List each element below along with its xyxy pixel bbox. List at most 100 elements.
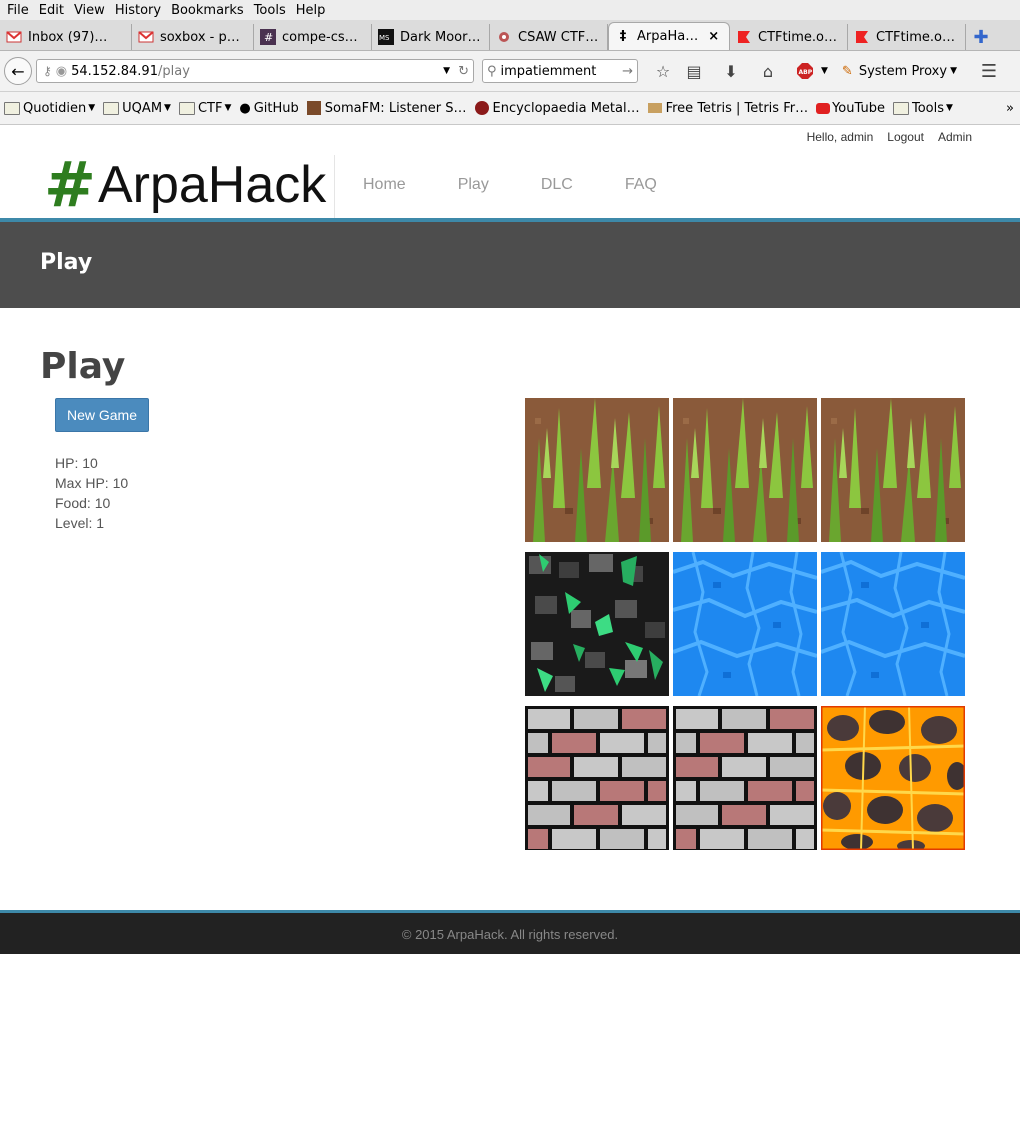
url-host: 54.152.84.91 [71, 63, 158, 79]
caret-icon: ▼ [88, 103, 96, 113]
hamburger-menu-icon[interactable]: ☰ [977, 59, 1001, 83]
tab-arpahack[interactable]: ‡ ArpaHa… × [608, 22, 730, 50]
folder-icon [178, 101, 195, 115]
caret-icon: ▼ [164, 103, 171, 113]
footer-copyright: © 2015 ArpaHack. All rights reserved. [401, 927, 619, 942]
tab-bar: Inbox (97)… soxbox - p… # compe-cs… MS D… [0, 20, 1020, 51]
tetris-icon [647, 103, 662, 113]
search-input[interactable]: impatiemment [501, 64, 623, 79]
search-go-icon[interactable]: → [622, 64, 633, 79]
bookmark-metal-archives[interactable]: Encyclopaedia Metal… [474, 101, 640, 116]
new-game-button[interactable]: New Game [55, 398, 149, 432]
ctftime-icon [854, 29, 870, 45]
github-icon: ● [239, 100, 251, 116]
caret-icon: ▼ [946, 103, 953, 113]
menu-tools[interactable]: Tools [249, 3, 291, 18]
menu-history[interactable]: History [110, 3, 166, 18]
site-icon [496, 29, 512, 45]
tab-soxbox[interactable]: soxbox - p… [132, 24, 254, 50]
menu-help[interactable]: Help [291, 3, 331, 18]
bookmark-folder-ctf[interactable]: CTF ▼ [178, 101, 232, 116]
page-banner [0, 222, 1020, 308]
logout-link[interactable]: Logout [887, 130, 924, 144]
bookmark-folder-quotidien[interactable]: Quotidien ▼ [4, 101, 95, 116]
adblock-dropdown-icon[interactable]: ▼ [821, 66, 828, 76]
stat-food: Food: 10 [55, 495, 111, 511]
caret-icon: ▼ [224, 103, 232, 113]
bookmark-folder-tools[interactable]: Tools ▼ [892, 101, 953, 116]
svg-text:MS: MS [379, 34, 390, 42]
tile-grass [673, 398, 817, 542]
nav-dlc[interactable]: DLC [541, 176, 573, 194]
bookmark-folder-uqam[interactable]: UQAM ▼ [103, 101, 171, 116]
dropdown-arrow-icon[interactable]: ▼ [443, 66, 450, 76]
bookmark-github[interactable]: ● GitHub [239, 101, 298, 116]
back-button[interactable]: ← [4, 57, 32, 85]
reading-list-icon[interactable]: ▤ [682, 59, 706, 83]
hash-icon: # [260, 29, 276, 45]
bookmark-youtube[interactable]: YouTube [816, 101, 885, 116]
tab-inbox[interactable]: Inbox (97)… [0, 24, 132, 50]
url-bar[interactable]: ⚷ ◉ 54.152.84.91/play ▼ ↻ [36, 59, 474, 83]
home-icon[interactable]: ⌂ [756, 59, 780, 83]
tile-water [821, 552, 965, 696]
logo-text: ArpaHack [97, 156, 327, 214]
new-tab-button[interactable]: ✚ [966, 24, 996, 50]
header-divider [334, 155, 335, 219]
youtube-icon [816, 102, 831, 114]
tile-lava [821, 706, 965, 850]
tab-compe-cs[interactable]: # compe-cs… [254, 24, 372, 50]
svg-text:#: # [264, 31, 273, 44]
proxy-button[interactable]: ✎ System Proxy ▼ [842, 59, 957, 83]
tab-dark-moor[interactable]: MS Dark Moor… [372, 24, 490, 50]
folder-icon [103, 101, 120, 115]
main-nav: Home Play DLC FAQ [363, 176, 709, 194]
stat-max-hp: Max HP: 10 [55, 475, 129, 491]
metal-archives-icon [474, 101, 489, 115]
globe-icon: ◉ [55, 63, 68, 79]
svg-text:ABP: ABP [799, 69, 813, 76]
bookmark-free-tetris[interactable]: Free Tetris | Tetris Fr… [647, 101, 808, 116]
menu-view[interactable]: View [69, 3, 110, 18]
folder-icon [892, 101, 909, 115]
stat-level: Level: 1 [55, 515, 105, 531]
tile-water [673, 552, 817, 696]
gmail-icon [6, 29, 22, 45]
menu-file[interactable]: File [2, 3, 34, 18]
back-arrow-icon: ← [11, 61, 25, 81]
bookmark-star-icon[interactable]: ☆ [651, 59, 675, 83]
menu-edit[interactable]: Edit [34, 3, 69, 18]
tab-ctftime-2[interactable]: CTFtime.o… [848, 24, 966, 50]
folder-icon [4, 101, 20, 115]
search-bar[interactable]: ⚲ impatiemment → [482, 59, 638, 83]
somafm-icon [306, 101, 321, 115]
logo-hash: # [44, 148, 96, 221]
user-links: Hello, admin Logout Admin [807, 130, 972, 144]
player-stats: HP: 10 Max HP: 10 Food: 10 Level: 1 [55, 453, 128, 533]
tab-csaw-ctf[interactable]: CSAW CTF… [490, 24, 608, 50]
nav-home[interactable]: Home [363, 176, 406, 194]
url-path: /play [157, 63, 190, 79]
proxy-dropdown-icon: ▼ [950, 66, 957, 76]
nav-play[interactable]: Play [458, 176, 489, 194]
admin-link[interactable]: Admin [938, 130, 972, 144]
downloads-icon[interactable]: ⬇ [719, 59, 743, 83]
bookmarks-overflow-button[interactable]: » [1006, 101, 1014, 116]
adblock-icon[interactable]: ABP [793, 59, 817, 83]
search-icon: ⚲ [487, 63, 497, 79]
bookmarks-toolbar: Quotidien ▼ UQAM ▼ CTF ▼ ● GitHub SomaFM: Li… [0, 92, 1020, 125]
ctftime-icon [736, 29, 752, 45]
proxy-icon: ✎ [841, 63, 853, 79]
greeting-text: Hello, admin [806, 130, 874, 144]
reload-icon[interactable]: ↻ [458, 64, 469, 79]
tile-emerald-ore [525, 552, 669, 696]
site-icon: MS [378, 29, 394, 45]
nav-faq[interactable]: FAQ [625, 176, 657, 194]
key-icon: ⚷ [43, 64, 52, 78]
close-tab-icon[interactable]: × [708, 29, 719, 44]
bookmark-somafm[interactable]: SomaFM: Listener S… [306, 101, 467, 116]
tab-ctftime-1[interactable]: CTFtime.o… [730, 24, 848, 50]
site-logo[interactable]: # ArpaHack [44, 148, 327, 221]
tile-brick [673, 706, 817, 850]
menu-bookmarks[interactable]: Bookmarks [166, 3, 249, 18]
